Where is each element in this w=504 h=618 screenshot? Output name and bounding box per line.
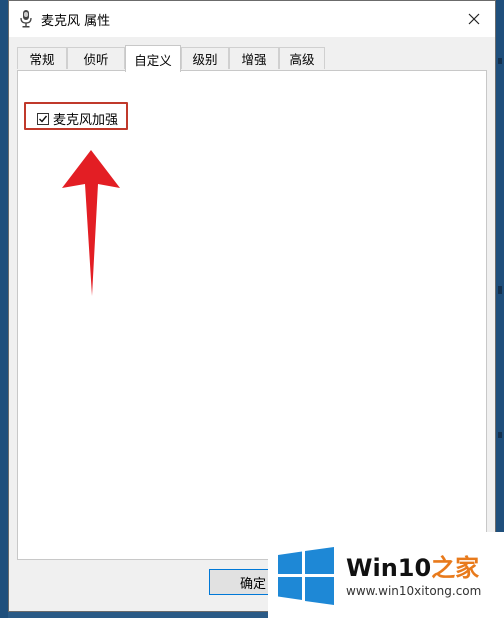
brand-title: Win10之家 <box>346 548 479 583</box>
brand-cn: 之家 <box>431 554 480 582</box>
desktop-edge-left <box>0 0 8 618</box>
brand-latin: Win10 <box>346 554 432 582</box>
brand-watermark: Win10之家 www.win10xitong.com <box>268 532 504 618</box>
mic-boost-label: 麦克风加强 <box>53 113 119 128</box>
title-bar: 麦克风 属性 <box>9 1 495 37</box>
close-button[interactable] <box>459 5 489 33</box>
tab-levels[interactable]: 级别 <box>181 47 229 69</box>
tab-panel-custom <box>17 70 487 560</box>
brand-url: www.win10xitong.com <box>346 584 482 598</box>
mic-boost-checkbox[interactable] <box>37 112 49 125</box>
microphone-icon <box>20 10 32 28</box>
windows-logo-icon <box>278 547 334 605</box>
tab-advanced[interactable]: 高级 <box>279 47 325 69</box>
tab-general[interactable]: 常规 <box>17 47 67 69</box>
desktop-edge-right <box>496 0 504 618</box>
annotation-arrow-up-icon <box>62 150 120 296</box>
mic-boost-checkbox-row[interactable]: 麦克风加强 <box>37 109 118 128</box>
checkmark-icon <box>39 115 48 123</box>
tab-custom[interactable]: 自定义 <box>125 45 181 72</box>
close-icon <box>468 10 480 29</box>
tab-enhancements[interactable]: 增强 <box>229 47 279 69</box>
window-title: 麦克风 属性 <box>41 14 111 29</box>
tab-strip: 常规 侦听 自定义 级别 增强 高级 <box>17 45 487 72</box>
properties-dialog: 麦克风 属性 常规 侦听 自定义 级别 增强 高级 确定 <box>8 0 496 612</box>
tab-listen[interactable]: 侦听 <box>67 47 125 69</box>
